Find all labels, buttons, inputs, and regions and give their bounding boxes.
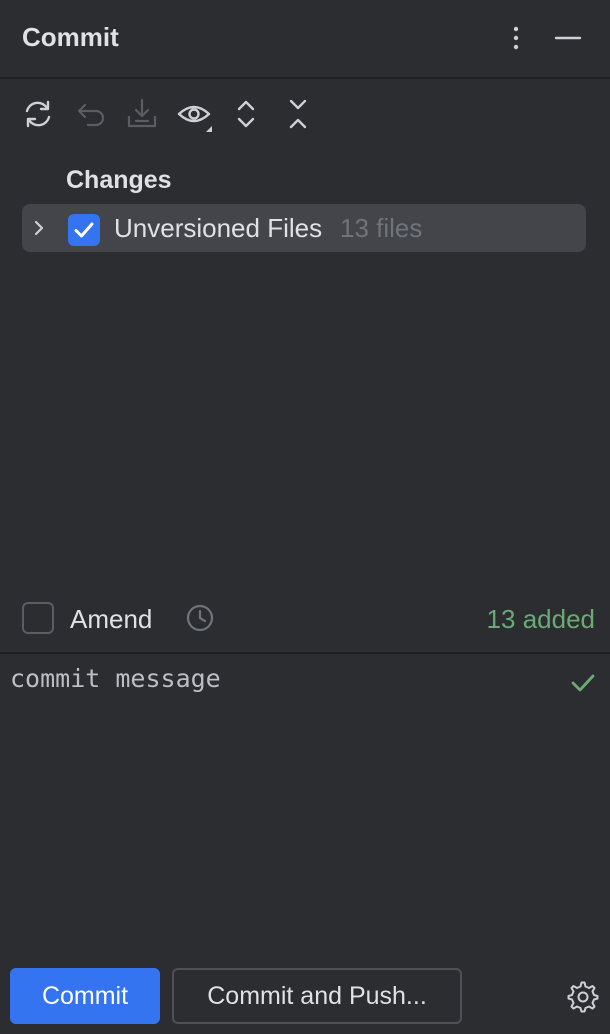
tool-window-title: Commit <box>22 22 119 52</box>
unversioned-files-checkbox[interactable] <box>68 214 100 246</box>
amend-row: Amend 13 added <box>0 598 610 642</box>
rollback-icon[interactable] <box>74 96 110 132</box>
commit-toolbar <box>0 96 610 136</box>
commit-tool-window: Commit Changes Unversioned Files 13 file… <box>0 0 610 1034</box>
collapse-all-icon[interactable] <box>280 96 316 132</box>
changes-summary: 13 added <box>486 604 595 634</box>
changes-group-label: Changes <box>66 166 172 194</box>
expand-all-icon[interactable] <box>228 96 264 132</box>
commit-button[interactable]: Commit <box>10 968 160 1024</box>
commit-message-text[interactable]: commit message <box>10 664 221 693</box>
commit-message-editor[interactable]: commit message <box>0 652 610 952</box>
check-icon <box>568 668 598 698</box>
amend-checkbox[interactable] <box>22 602 54 634</box>
chevron-right-icon[interactable] <box>28 216 50 240</box>
more-vertical-icon[interactable] <box>500 24 532 54</box>
commit-and-push-button[interactable]: Commit and Push... <box>172 968 462 1024</box>
changelist-file-count: 13 files <box>340 213 423 243</box>
amend-label[interactable]: Amend <box>70 604 152 635</box>
tool-window-header: Commit <box>0 0 610 79</box>
changelist-name: Unversioned Files <box>114 213 323 243</box>
minimize-icon[interactable] <box>552 24 584 54</box>
refresh-icon[interactable] <box>20 96 56 132</box>
shelve-icon[interactable] <box>124 96 160 132</box>
view-options-icon[interactable] <box>176 96 212 132</box>
history-clock-icon[interactable] <box>184 602 216 634</box>
changelist-row-unversioned[interactable]: Unversioned Files 13 files <box>22 204 586 252</box>
gear-icon[interactable] <box>566 980 600 1014</box>
